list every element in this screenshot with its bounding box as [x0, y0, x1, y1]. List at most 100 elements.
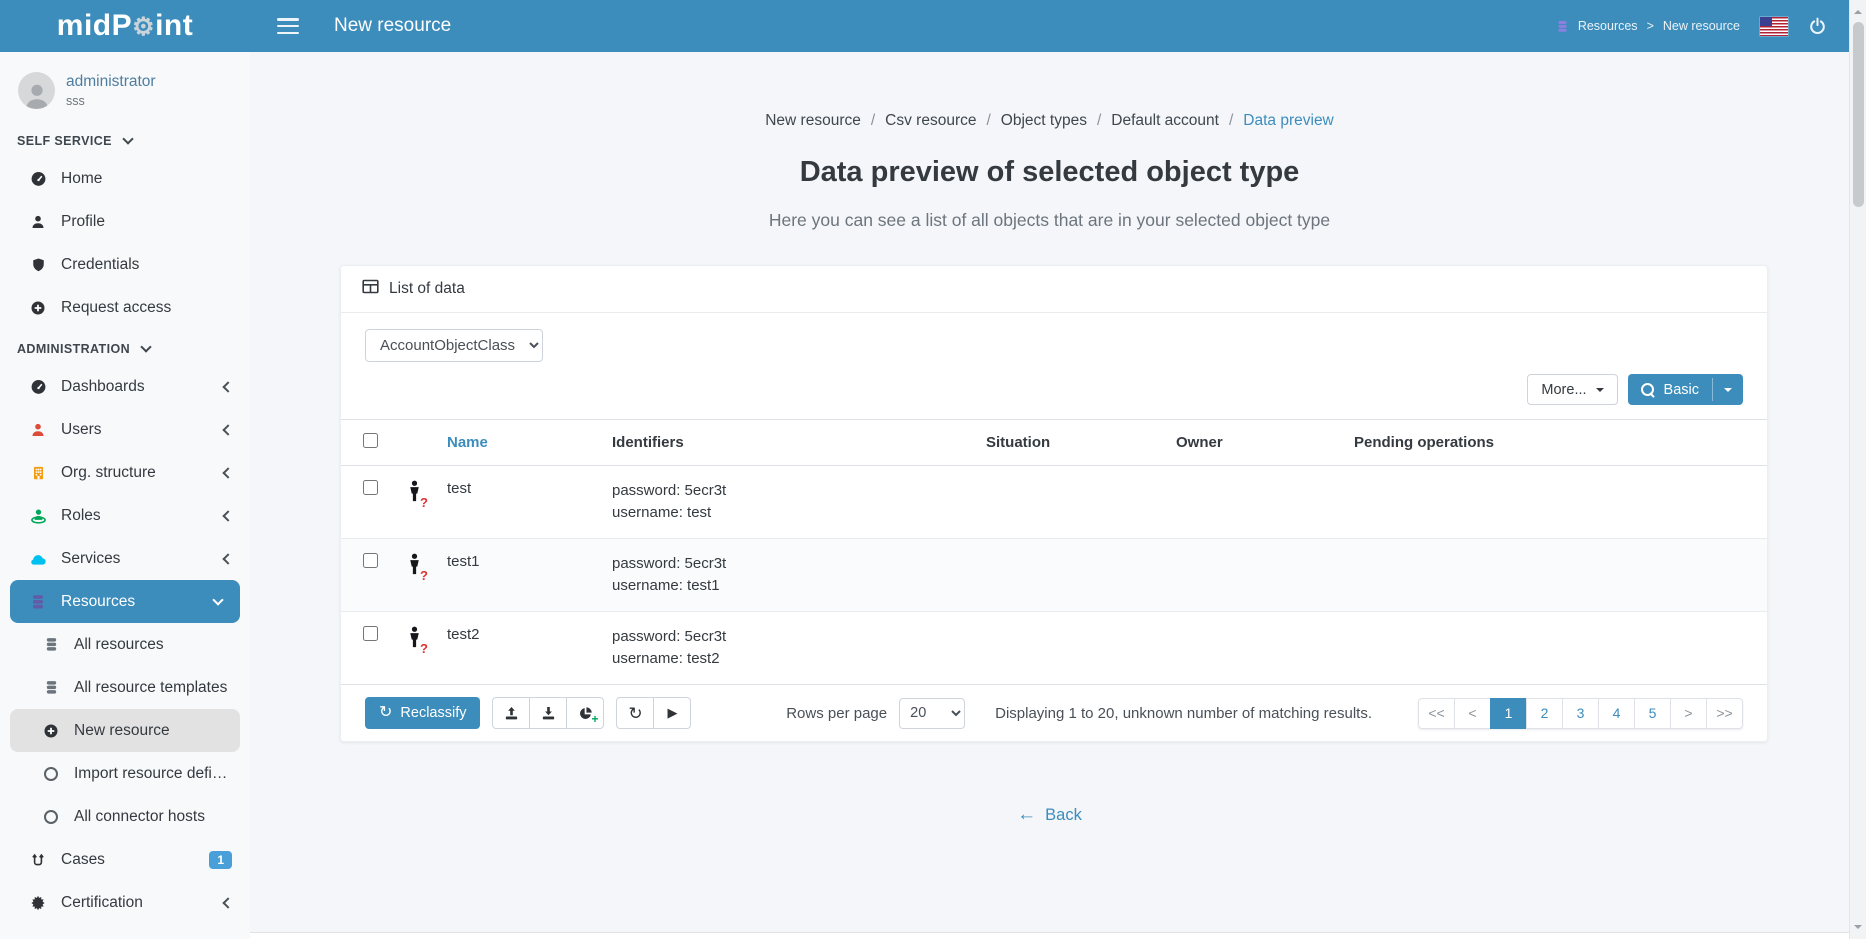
vertical-scrollbar[interactable] — [1849, 0, 1866, 939]
reclassify-button[interactable]: ↻ Reclassify — [365, 697, 480, 729]
sidebar-item-resources[interactable]: Resources — [10, 580, 240, 623]
sidebar-item-import-resource-definition[interactable]: Import resource definit… — [0, 752, 250, 795]
sidebar-item-all-connector-hosts[interactable]: All connector hosts — [0, 795, 250, 838]
page-1-button[interactable]: 1 — [1490, 698, 1527, 729]
section-self-service[interactable]: SELF SERVICE — [0, 121, 250, 157]
top-navbar: midP⚙int New resource Resources > New re… — [0, 0, 1849, 52]
page-4-button[interactable]: 4 — [1598, 698, 1635, 729]
user-name[interactable]: administrator — [66, 73, 156, 91]
chevron-down-icon — [140, 341, 151, 352]
row-checkbox[interactable] — [363, 626, 378, 641]
user-icon — [27, 214, 49, 230]
section-administration[interactable]: ADMINISTRATION — [0, 329, 250, 365]
chevron-left-icon — [222, 424, 233, 435]
page-last-button[interactable]: >> — [1706, 698, 1743, 729]
scrollbar-thumb[interactable] — [1853, 22, 1864, 207]
search-mode-dropdown[interactable] — [1713, 374, 1743, 405]
breadcrumb[interactable]: Resources > New resource — [1556, 19, 1740, 33]
chevron-left-icon — [222, 467, 233, 478]
row-checkbox[interactable] — [363, 480, 378, 495]
basic-search-button[interactable]: Basic — [1628, 374, 1743, 405]
plus-icon: + — [591, 712, 598, 726]
sidebar-item-label: Dashboards — [61, 378, 145, 396]
sidebar-item-profile[interactable]: Profile — [0, 200, 250, 243]
object-class-select[interactable]: AccountObjectClass — [365, 329, 543, 362]
cell-name[interactable]: test — [439, 466, 604, 539]
rows-per-page-select[interactable]: 20 — [899, 698, 965, 729]
cell-name[interactable]: test1 — [439, 539, 604, 612]
sidebar: administrator sss SELF SERVICE Home Prof… — [0, 52, 250, 939]
card-title: List of data — [389, 280, 465, 298]
more-button[interactable]: More... — [1527, 374, 1617, 405]
page-5-button[interactable]: 5 — [1634, 698, 1671, 729]
scroll-up-arrow[interactable] — [1854, 6, 1862, 14]
page-2-button[interactable]: 2 — [1526, 698, 1563, 729]
cell-name[interactable]: test2 — [439, 612, 604, 685]
sidebar-item-label: Certification — [61, 894, 143, 912]
basic-search-label: Basic — [1664, 382, 1699, 398]
refresh-button[interactable]: ↻ — [616, 697, 654, 729]
avatar[interactable] — [18, 72, 55, 109]
breadcrumb-separator: > — [1647, 19, 1654, 33]
chevron-down-icon — [122, 133, 133, 144]
wizard-step-default-account[interactable]: Default account — [1111, 112, 1219, 129]
logo-text-pre: midP — [57, 9, 132, 42]
sidebar-item-all-resource-templates[interactable]: All resource templates — [0, 666, 250, 709]
sidebar-item-label: All resources — [74, 636, 164, 654]
table-header-row: Name Identifiers Situation Owner Pending… — [341, 420, 1767, 466]
role-user-icon — [27, 507, 49, 524]
wizard-step-csv-resource[interactable]: Csv resource — [885, 112, 976, 129]
page-footer — [250, 932, 1849, 939]
sidebar-item-request-access[interactable]: Request access — [0, 286, 250, 329]
sidebar-item-org-structure[interactable]: Org. structure — [0, 451, 250, 494]
sidebar-toggle-button[interactable] — [277, 18, 299, 34]
logout-power-icon[interactable] — [1808, 17, 1827, 36]
breadcrumb-section[interactable]: Resources — [1578, 19, 1638, 33]
column-header-situation: Situation — [978, 420, 1168, 466]
page-prev-button[interactable]: < — [1454, 698, 1491, 729]
sidebar-item-new-resource[interactable]: New resource — [10, 709, 240, 752]
caret-down-icon — [1596, 388, 1604, 396]
unknown-situation-marker: ? — [420, 495, 428, 510]
report-pie-chart-add-button[interactable]: + — [566, 697, 604, 729]
page-next-button[interactable]: > — [1670, 698, 1707, 729]
play-button[interactable]: ▶ — [653, 697, 691, 729]
page-subtitle: Here you can see a list of all objects t… — [250, 210, 1849, 231]
sidebar-item-credentials[interactable]: Credentials — [0, 243, 250, 286]
wizard-step-new-resource[interactable]: New resource — [765, 112, 861, 129]
page-title: Data preview of selected object type — [250, 156, 1849, 189]
sidebar-item-roles[interactable]: Roles — [0, 494, 250, 537]
sidebar-item-cases[interactable]: Cases 1 — [0, 838, 250, 881]
sidebar-item-certification[interactable]: Certification — [0, 881, 250, 924]
circle-outline-icon — [40, 810, 62, 824]
chevron-down-icon — [212, 594, 223, 605]
row-checkbox[interactable] — [363, 553, 378, 568]
main-content: New resource/Csv resource/Object types/D… — [250, 52, 1849, 939]
wizard-step-object-types[interactable]: Object types — [1001, 112, 1087, 129]
sidebar-item-home[interactable]: Home — [0, 157, 250, 200]
sidebar-item-label: Profile — [61, 213, 105, 231]
select-all-checkbox[interactable] — [363, 433, 378, 448]
page-first-button[interactable]: << — [1418, 698, 1455, 729]
sidebar-item-users[interactable]: Users — [0, 408, 250, 451]
chevron-left-icon — [222, 381, 233, 392]
cases-count-badge: 1 — [209, 851, 232, 869]
scroll-down-arrow[interactable] — [1854, 925, 1862, 933]
midpoint-logo[interactable]: midP⚙int — [0, 9, 250, 43]
locale-flag-us-icon[interactable] — [1760, 17, 1788, 36]
column-header-name[interactable]: Name — [439, 420, 604, 466]
back-button[interactable]: ← Back — [1017, 804, 1082, 826]
page-3-button[interactable]: 3 — [1562, 698, 1599, 729]
sidebar-item-all-resources[interactable]: All resources — [0, 623, 250, 666]
wizard-step-data-preview[interactable]: Data preview — [1243, 112, 1333, 129]
upload-button[interactable] — [492, 697, 530, 729]
download-button[interactable] — [529, 697, 567, 729]
sidebar-item-services[interactable]: Services — [0, 537, 250, 580]
table-icon — [362, 279, 379, 299]
resources-submenu: All resources All resource templates New… — [0, 623, 250, 838]
sidebar-item-dashboards[interactable]: Dashboards — [0, 365, 250, 408]
list-of-data-card: List of data AccountObjectClass More... — [340, 265, 1768, 742]
more-button-label: More... — [1541, 382, 1586, 398]
rows-per-page-label: Rows per page — [786, 705, 887, 722]
cell-owner — [1168, 539, 1346, 612]
